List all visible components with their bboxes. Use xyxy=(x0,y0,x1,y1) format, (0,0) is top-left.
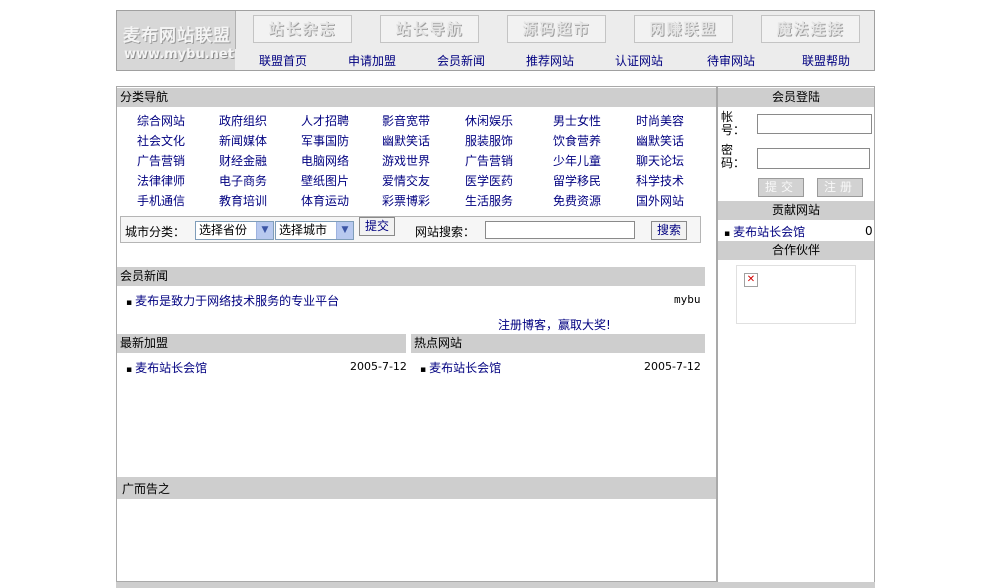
main-content: 分类导航 综合网站 政府组织 人才招聘 影音宽带 休闲娱乐 男士女性 时尚美容社会文化 新闻媒… xyxy=(116,86,717,582)
nav-certified[interactable]: 认证网站 xyxy=(615,52,663,69)
category-link[interactable]: 影音宽带 xyxy=(382,112,430,129)
category-link[interactable]: 广告营销 xyxy=(465,152,513,169)
password-label: 密 码： xyxy=(721,143,746,170)
contrib-header: 贡献网站 xyxy=(718,201,874,220)
category-link[interactable]: 爱情交友 xyxy=(382,172,430,189)
latest-join-item[interactable]: 麦布站长会馆 xyxy=(126,359,207,376)
category-link[interactable]: 电脑网络 xyxy=(301,152,349,169)
category-link[interactable]: 生活服务 xyxy=(465,192,513,209)
category-link[interactable]: 广告营销 xyxy=(137,152,185,169)
category-link[interactable]: 留学移民 xyxy=(553,172,601,189)
category-link[interactable]: 体育运动 xyxy=(301,192,349,209)
chevron-down-icon: ▼ xyxy=(336,222,353,239)
nav-apply[interactable]: 申请加盟 xyxy=(348,52,396,69)
category-link[interactable]: 社会文化 xyxy=(137,132,185,149)
category-link[interactable]: 医学医药 xyxy=(465,172,513,189)
category-link[interactable]: 幽默笑话 xyxy=(382,132,430,149)
nav-home[interactable]: 联盟首页 xyxy=(259,52,307,69)
category-link[interactable]: 饮食营养 xyxy=(553,132,601,149)
blog-promo-link[interactable]: 注册博客，赢取大奖! xyxy=(498,316,611,333)
category-link[interactable]: 政府组织 xyxy=(219,112,267,129)
banner-mofa-lianjie[interactable]: 魔法连接 xyxy=(761,15,860,43)
category-link[interactable]: 游戏世界 xyxy=(382,152,430,169)
nav-recommended[interactable]: 推荐网站 xyxy=(526,52,574,69)
password-input[interactable] xyxy=(757,148,870,169)
site-logo[interactable]: 麦布网站联盟 www.mybu.net xyxy=(117,11,236,70)
category-link[interactable]: 少年儿童 xyxy=(553,152,601,169)
city-select-value: 选择城市 xyxy=(279,223,328,237)
partner-logo-box[interactable]: ✕ xyxy=(736,265,856,324)
login-submit-button[interactable]: 提交 xyxy=(758,178,804,197)
member-news-header: 会员新闻 xyxy=(117,267,705,286)
nav-help[interactable]: 联盟帮助 xyxy=(802,52,850,69)
banner-zhanzhang-zazhi[interactable]: 站长杂志 xyxy=(253,15,352,43)
account-input[interactable] xyxy=(757,114,872,134)
member-news-author: mybu xyxy=(674,293,701,306)
contrib-item[interactable]: 麦布站长会馆 xyxy=(724,223,805,240)
category-link[interactable]: 法律律师 xyxy=(137,172,185,189)
nav-pending[interactable]: 待审网站 xyxy=(707,52,755,69)
category-header: 分类导航 xyxy=(117,88,716,107)
hot-site-date: 2005-7-12 xyxy=(644,360,701,373)
footer-bar xyxy=(116,582,875,588)
banner-yuanma-chaoshi[interactable]: 源码超市 xyxy=(507,15,606,43)
city-select[interactable]: 选择城市 ▼ xyxy=(275,221,354,240)
broken-image-icon: ✕ xyxy=(744,273,758,287)
ads-header: 广而告之 xyxy=(117,477,716,499)
category-link[interactable]: 幽默笑话 xyxy=(636,132,684,149)
sidebar: 会员登陆 帐 号： 密 码： 提交 注册 贡献网站 麦布站长会馆 0 合作伙伴 … xyxy=(717,86,875,588)
category-link[interactable]: 综合网站 xyxy=(137,112,185,129)
category-link[interactable]: 彩票博彩 xyxy=(382,192,430,209)
logo-url: www.mybu.net xyxy=(124,47,234,62)
site-search-input[interactable] xyxy=(485,221,635,239)
category-link[interactable]: 教育培训 xyxy=(219,192,267,209)
chevron-down-icon: ▼ xyxy=(256,222,273,239)
category-link[interactable]: 时尚美容 xyxy=(636,112,684,129)
account-label: 帐 号： xyxy=(721,110,746,137)
category-link[interactable]: 手机通信 xyxy=(137,192,185,209)
contrib-count: 0 xyxy=(865,224,873,238)
site-search-button[interactable]: 搜索 xyxy=(651,221,687,240)
nav-member-news[interactable]: 会员新闻 xyxy=(437,52,485,69)
banner-zhanzhang-daohang[interactable]: 站长导航 xyxy=(380,15,479,43)
province-select[interactable]: 选择省份 ▼ xyxy=(195,221,274,240)
main-nav: 联盟首页 申请加盟 会员新闻 推荐网站 认证网站 待审网站 联盟帮助 xyxy=(235,49,874,70)
register-button[interactable]: 注册 xyxy=(817,178,863,197)
category-link[interactable]: 壁纸图片 xyxy=(301,172,349,189)
category-link[interactable]: 财经金融 xyxy=(219,152,267,169)
category-link[interactable]: 科学技术 xyxy=(636,172,684,189)
category-link[interactable]: 休闲娱乐 xyxy=(465,112,513,129)
banner-wangzhuan-lianmeng[interactable]: 网赚联盟 xyxy=(634,15,733,43)
site-search-label: 网站搜索： xyxy=(415,225,476,239)
category-link[interactable]: 服装服饰 xyxy=(465,132,513,149)
logo-title: 麦布网站联盟 xyxy=(123,26,231,46)
category-link[interactable]: 新闻媒体 xyxy=(219,132,267,149)
city-submit-button[interactable]: 提交 xyxy=(359,217,395,236)
category-link[interactable]: 国外网站 xyxy=(636,192,684,209)
category-link[interactable]: 免费资源 xyxy=(553,192,601,209)
member-news-item[interactable]: 麦布是致力于网络技术服务的专业平台 xyxy=(126,292,339,309)
category-link[interactable]: 人才招聘 xyxy=(301,112,349,129)
category-link[interactable]: 聊天论坛 xyxy=(636,152,684,169)
latest-join-date: 2005-7-12 xyxy=(350,360,407,373)
login-header: 会员登陆 xyxy=(718,88,874,107)
partners-header: 合作伙伴 xyxy=(718,241,874,260)
city-search-row: 城市分类： 选择省份 ▼ 选择城市 ▼ 提交 网站搜索： 搜索 xyxy=(120,216,701,243)
category-link[interactable]: 军事国防 xyxy=(301,132,349,149)
province-select-value: 选择省份 xyxy=(199,223,248,237)
site-header: 麦布网站联盟 www.mybu.net 站长杂志 站长导航 源码超市 网赚联盟 … xyxy=(116,10,875,71)
latest-join-header: 最新加盟 xyxy=(117,334,406,353)
hot-site-item[interactable]: 麦布站长会馆 xyxy=(420,359,501,376)
city-label: 城市分类： xyxy=(125,225,186,239)
category-link[interactable]: 电子商务 xyxy=(219,172,267,189)
category-link[interactable]: 男士女性 xyxy=(553,112,601,129)
hot-sites-header: 热点网站 xyxy=(411,334,705,353)
